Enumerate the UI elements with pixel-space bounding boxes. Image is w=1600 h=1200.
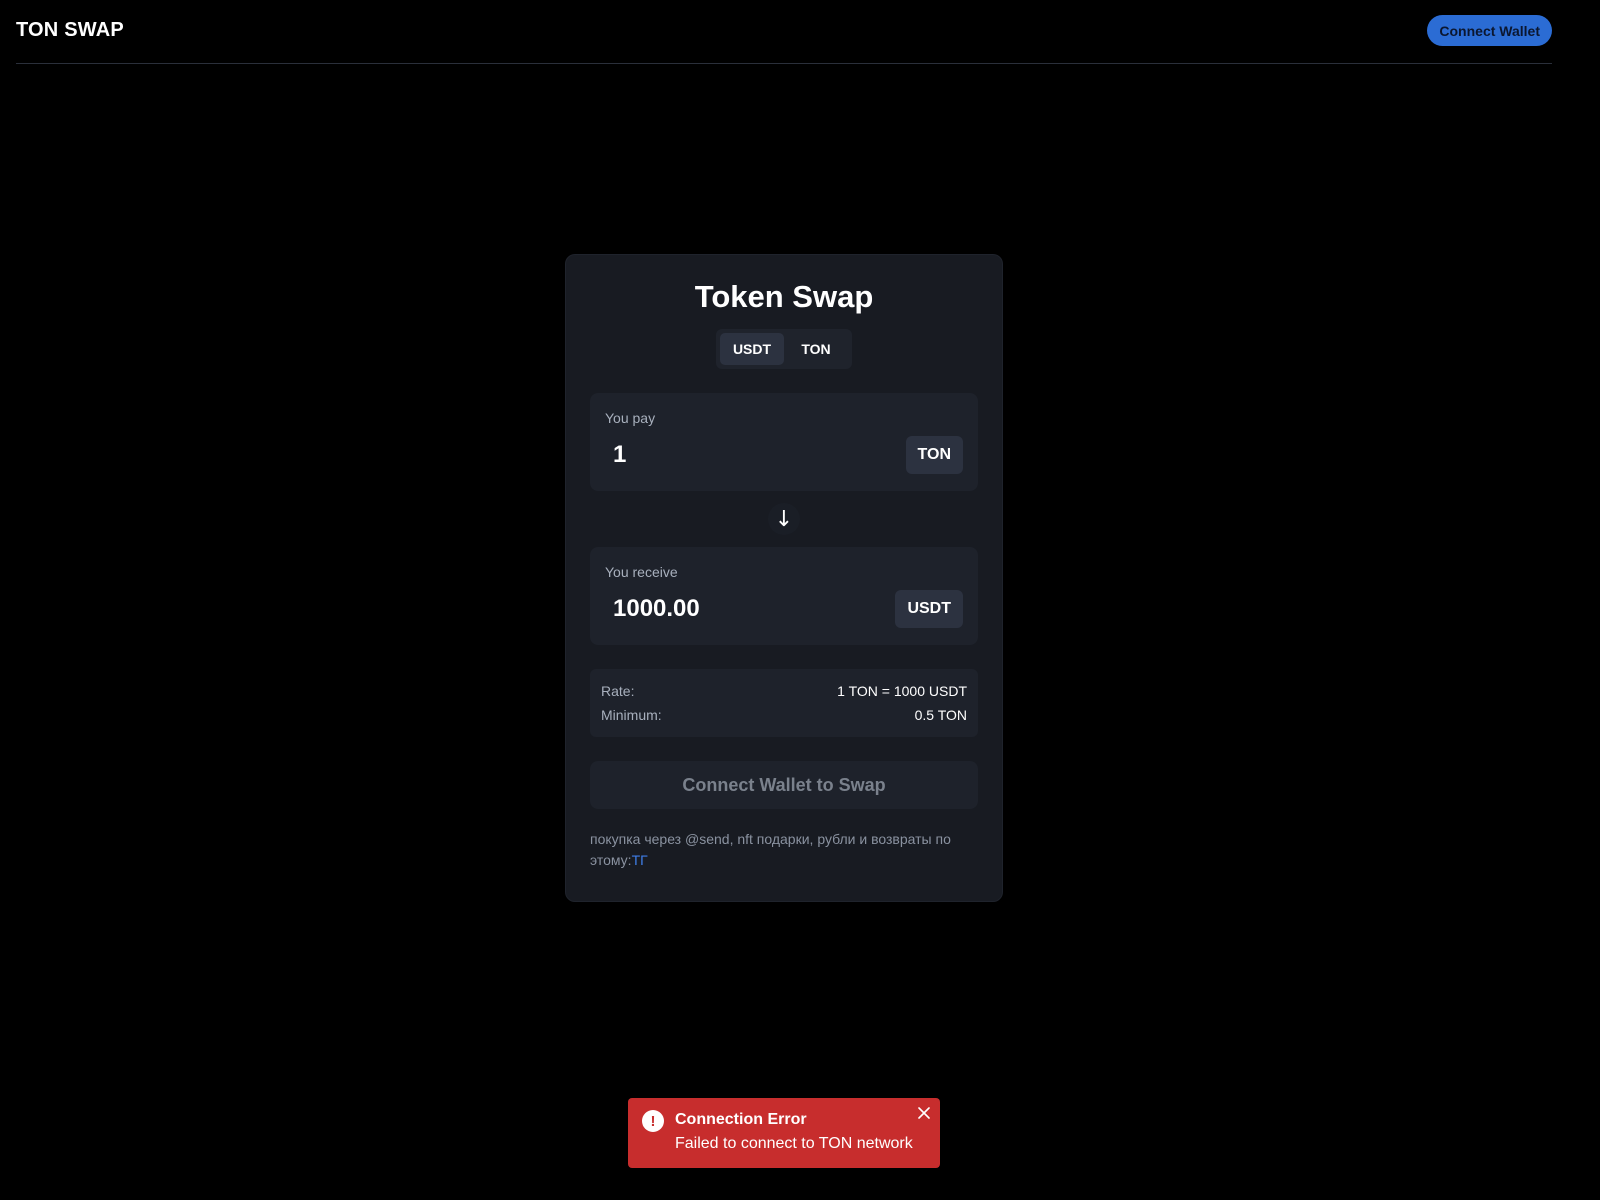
rate-value: 1 TON = 1000 USDT	[837, 683, 967, 699]
receive-panel: You receive USDT	[590, 547, 978, 645]
pay-row: TON	[605, 436, 963, 474]
switch-wrap: ↓	[590, 491, 978, 547]
exclamation-icon: !	[642, 1110, 664, 1132]
rate-info-panel: Rate: 1 TON = 1000 USDT Minimum: 0.5 TON	[590, 669, 978, 737]
minimum-value: 0.5 TON	[914, 707, 967, 723]
rate-row: Rate: 1 TON = 1000 USDT	[601, 681, 967, 701]
receive-row: USDT	[605, 590, 963, 628]
arrow-down-icon: ↓	[774, 506, 794, 532]
top-header: TON SWAP Connect Wallet	[16, 0, 1552, 64]
switch-direction-button[interactable]: ↓	[768, 503, 800, 535]
card-title: Token Swap	[694, 279, 874, 314]
pay-token-button[interactable]: TON	[905, 436, 963, 474]
toast-title: Connection Error	[675, 1111, 807, 1128]
receive-amount-input[interactable]	[605, 590, 863, 628]
connect-wallet-to-swap-button[interactable]: Connect Wallet to Swap	[590, 761, 978, 809]
rate-label: Rate:	[601, 683, 635, 699]
telegram-link[interactable]: ТГ	[632, 852, 648, 868]
pay-panel: You pay TON	[590, 393, 978, 491]
minimum-row: Minimum: 0.5 TON	[601, 705, 967, 725]
connect-wallet-button[interactable]: Connect Wallet	[1427, 15, 1552, 46]
swap-card: Token Swap USDT TON You pay TON ↓ You re…	[565, 254, 1003, 902]
toast-message: Failed to connect to TON network	[675, 1135, 913, 1152]
pay-amount-input[interactable]	[605, 436, 863, 474]
pay-label: You pay	[605, 410, 656, 426]
token-tabs: USDT TON	[716, 329, 852, 369]
receive-token-button[interactable]: USDT	[895, 590, 963, 628]
app-logo: TON SWAP	[16, 19, 124, 41]
tab-ton[interactable]: TON	[784, 333, 848, 365]
toast-text: Connection Error Failed to connect to TO…	[675, 1110, 913, 1168]
app-root: TON SWAP Connect Wallet Token Swap USDT …	[0, 0, 1568, 1176]
tab-usdt[interactable]: USDT	[720, 333, 784, 365]
error-toast: ! Connection Error Failed to connect to …	[628, 1098, 940, 1168]
minimum-label: Minimum:	[601, 707, 662, 723]
receive-label: You receive	[605, 564, 678, 580]
footer-note: покупка через @send, nft подарки, рубли …	[590, 829, 978, 871]
close-icon[interactable]	[916, 1105, 932, 1121]
